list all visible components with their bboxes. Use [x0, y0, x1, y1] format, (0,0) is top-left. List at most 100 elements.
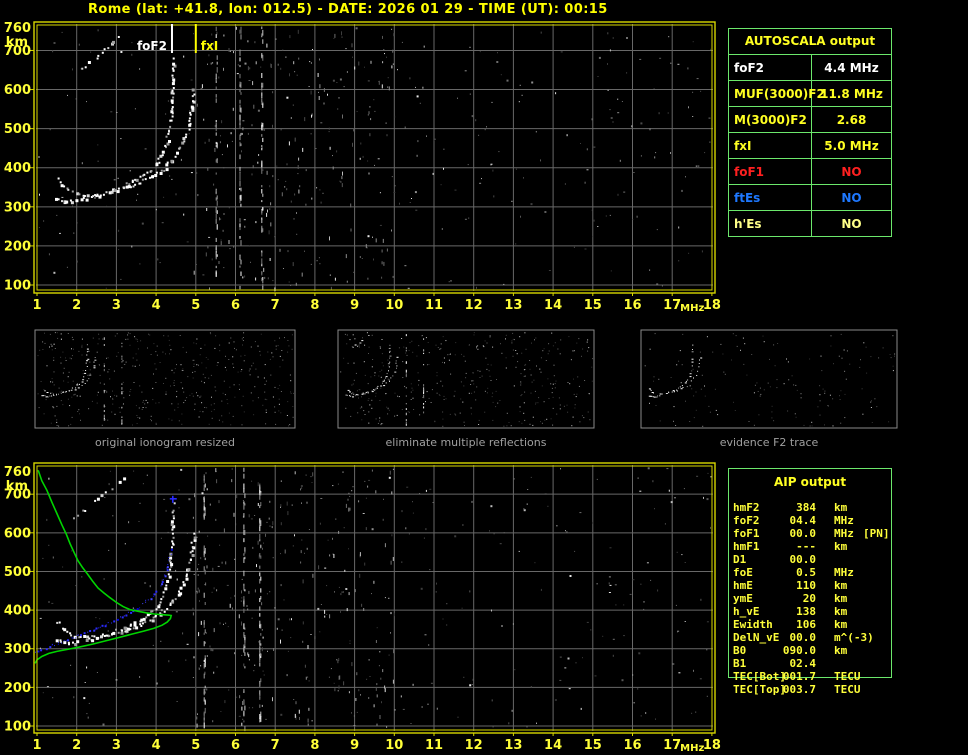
svg-text:11: 11 [425, 738, 443, 753]
svg-text:18: 18 [703, 298, 721, 313]
aip-row: TEC[Top] 003.7 TECU [728, 683, 898, 696]
param-label: ymE [733, 592, 753, 605]
svg-text:9: 9 [350, 738, 359, 753]
param-value: 106 [796, 618, 816, 631]
param-value: 4.4 MHz [824, 60, 879, 75]
param-value: --- [796, 540, 816, 553]
series-f2-ordinary [55, 57, 177, 205]
autoscala-row: fxI 5.0 MHz [729, 133, 891, 159]
autoscala-row: ftEs NO [729, 185, 891, 211]
svg-text:3: 3 [112, 738, 121, 753]
param-label: fxI [729, 133, 812, 158]
svg-text:10: 10 [385, 738, 403, 753]
param-value: 04.4 [789, 514, 817, 527]
svg-text:1: 1 [32, 738, 41, 753]
series-second-reflection [81, 36, 120, 70]
aip-row: B0 090.0 km [728, 644, 898, 657]
svg-text:15: 15 [584, 298, 602, 313]
svg-text:500: 500 [4, 565, 31, 580]
param-value: 003.7 [782, 683, 816, 696]
svg-text:fxI: fxI [201, 39, 218, 53]
aip-row: Ewidth 106 km [728, 618, 898, 631]
param-value: 2.68 [836, 112, 867, 127]
param-label: D1 [733, 553, 747, 566]
aip-row: hmF1 --- km [728, 540, 898, 553]
param-value: NO [841, 190, 862, 205]
param-label: h_vE [733, 605, 760, 618]
param-unit: km [834, 618, 848, 631]
param-value: 5.0 MHz [824, 138, 879, 153]
svg-text:15: 15 [584, 738, 602, 753]
param-value: NO [841, 216, 862, 231]
param-unit: TECU [834, 670, 861, 683]
param-value: 00.0 [789, 553, 817, 566]
svg-text:km: km [6, 479, 28, 494]
param-label: hmE [733, 579, 753, 592]
param-unit: km [834, 605, 848, 618]
param-unit: km [834, 592, 848, 605]
svg-text:300: 300 [4, 200, 31, 215]
param-unit: MHz [834, 514, 854, 527]
svg-text:14: 14 [544, 738, 562, 753]
autoscala-output-table: AUTOSCALA output foF2 4.4 MHz MUF(3000)F2 1… [728, 28, 892, 237]
param-value: 11.8 MHz [820, 86, 883, 101]
svg-text:100: 100 [4, 720, 31, 735]
aip-row: ymE 20 km [728, 592, 898, 605]
svg-text:3: 3 [112, 298, 121, 313]
param-note: [PN] [863, 527, 890, 540]
svg-text:13: 13 [504, 738, 522, 753]
param-unit: m^(-3) [834, 631, 874, 644]
autoscala-row: h'Es NO [729, 211, 891, 236]
svg-text:18: 18 [703, 738, 721, 753]
svg-text:7: 7 [271, 298, 280, 313]
aip-row: foF1 00.0 MHz [PN] [728, 527, 898, 540]
param-label: MUF(3000)F2 [729, 81, 825, 106]
svg-text:100: 100 [4, 279, 31, 294]
aip-row: foF2 04.4 MHz [728, 514, 898, 527]
svg-text:10: 10 [385, 298, 403, 313]
aip-row: hmF2 384 km [728, 501, 898, 514]
svg-text:5: 5 [191, 738, 200, 753]
svg-text:4: 4 [152, 738, 161, 753]
aip-row: DelN_vE 00.0 m^(-3) [728, 631, 898, 644]
top-ionogram-plot: foF2 fxI1 2 3 4 5 6 7 8 9 10 11 12 13 14 15 16 17 18MHz100… [4, 21, 721, 314]
autoscala-table-title: AUTOSCALA output [729, 29, 891, 55]
svg-text:500: 500 [4, 122, 31, 137]
aip-row: foE 0.5 MHz [728, 566, 898, 579]
svg-text:MHz: MHz [680, 743, 704, 754]
param-unit: km [834, 540, 848, 553]
series-f2-extraordinary [57, 88, 196, 198]
svg-text:12: 12 [465, 298, 483, 313]
aip-row: hmE 110 km [728, 579, 898, 592]
svg-text:9: 9 [350, 298, 359, 313]
panel-thumbnail-3 [640, 329, 898, 429]
param-value: 001.7 [782, 670, 816, 683]
svg-text:2: 2 [72, 298, 81, 313]
param-label: hmF2 [733, 501, 760, 514]
svg-text:16: 16 [623, 738, 641, 753]
svg-text:MHz: MHz [680, 303, 704, 314]
series-f2-extraordinary [56, 532, 197, 640]
param-label: foF2 [729, 55, 812, 80]
svg-text:760: 760 [4, 465, 31, 480]
panel-caption: evidence F2 trace [719, 436, 819, 449]
aip-table-title: AIP output [773, 475, 847, 489]
param-label: foF1 [729, 159, 812, 184]
aip-row: B1 02.4 [728, 657, 898, 670]
svg-text:6: 6 [231, 738, 240, 753]
param-label: hmF1 [733, 540, 760, 553]
svg-text:km: km [6, 35, 28, 50]
param-unit: km [834, 644, 848, 657]
param-value: 00.0 [789, 527, 817, 540]
param-value: 00.0 [789, 631, 817, 644]
param-label: foF1 [733, 527, 760, 540]
svg-text:8: 8 [310, 298, 319, 313]
autoscala-row: M(3000)F2 2.68 [729, 107, 891, 133]
svg-text:17: 17 [663, 738, 681, 753]
aip-row: D1 00.0 [728, 553, 898, 566]
svg-text:200: 200 [4, 681, 31, 696]
svg-text:6: 6 [231, 298, 240, 313]
svg-text:16: 16 [623, 298, 641, 313]
svg-text:1: 1 [32, 298, 41, 313]
param-label: M(3000)F2 [729, 107, 812, 132]
